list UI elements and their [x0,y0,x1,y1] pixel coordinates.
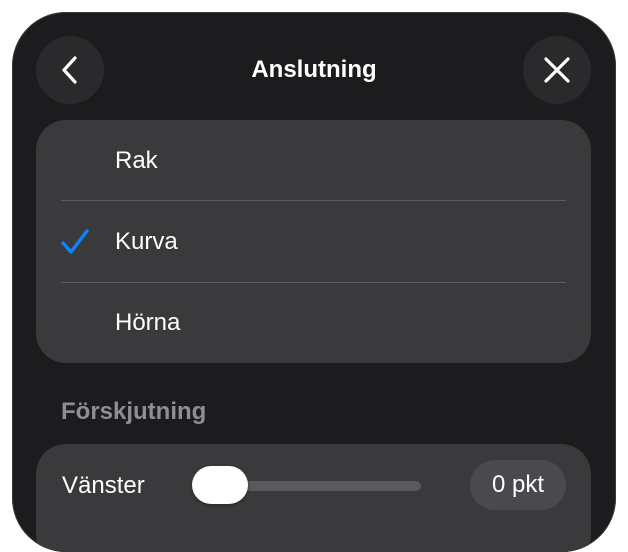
option-rak[interactable]: Rak [36,120,591,201]
connection-popover: Anslutning Rak Kurva Hörna Förskjutning … [12,12,616,552]
offset-section-label: Förskjutning [61,398,207,425]
option-label: Hörna [115,309,181,336]
close-button[interactable] [523,36,591,104]
offset-slider-thumb[interactable] [192,466,248,504]
checkmark-icon [61,229,89,254]
option-horna[interactable]: Hörna [36,282,591,363]
offset-left-label: Vänster [62,472,145,499]
option-kurva[interactable]: Kurva [36,201,591,282]
close-icon [544,57,570,83]
option-label: Kurva [115,228,178,255]
option-label: Rak [115,147,158,174]
offset-card: Vänster 0 pkt [36,444,591,552]
connection-type-list: Rak Kurva Hörna [36,120,591,363]
offset-value-field[interactable]: 0 pkt [470,460,566,510]
